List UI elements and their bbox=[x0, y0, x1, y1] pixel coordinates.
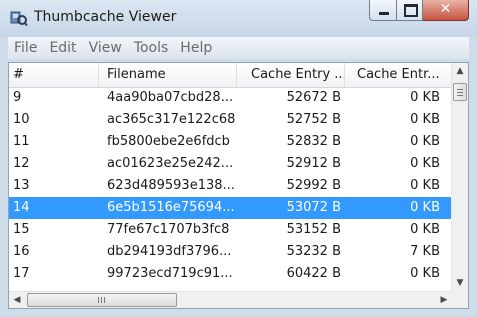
menu-edit[interactable]: Edit bbox=[43, 37, 82, 59]
table-row-selected[interactable]: 14 6e5b1516e75694... 53072 B 0 KB bbox=[9, 197, 452, 219]
cell-number: 14 bbox=[13, 200, 30, 215]
menu-help[interactable]: Help bbox=[174, 37, 218, 59]
cell-number: 16 bbox=[13, 244, 30, 259]
list-rows: 9 4aa90ba07cbd28... 52672 B 0 KB 10 ac36… bbox=[9, 87, 452, 285]
cell-size-kb: 0 KB bbox=[410, 222, 440, 237]
grip-line bbox=[98, 297, 99, 303]
cell-filename: 6e5b1516e75694... bbox=[107, 200, 235, 215]
horizontal-scroll-thumb[interactable] bbox=[27, 293, 177, 307]
close-icon: ✕ bbox=[439, 1, 452, 17]
cell-filename: 77fe67c1707b3fc8 bbox=[107, 222, 230, 237]
grip-line bbox=[101, 297, 102, 303]
cell-size-kb: 0 KB bbox=[410, 266, 440, 281]
grip-line bbox=[457, 92, 463, 93]
cell-filename: 99723ecd719c91... bbox=[107, 266, 233, 281]
vertical-scrollbar[interactable]: ▲ ▼ bbox=[451, 63, 468, 292]
table-row[interactable]: 9 4aa90ba07cbd28... 52672 B 0 KB bbox=[9, 87, 452, 109]
list-header: # Filename Cache Entry ... Cache Entr... bbox=[9, 63, 452, 88]
maximize-icon bbox=[404, 4, 418, 17]
table-row[interactable]: 12 ac01623e25e242... 52912 B 0 KB bbox=[9, 153, 452, 175]
cell-number: 15 bbox=[13, 222, 30, 237]
scroll-left-arrow-icon[interactable]: ◀ bbox=[9, 292, 25, 308]
scroll-up-arrow-icon[interactable]: ▲ bbox=[452, 63, 468, 80]
scroll-right-arrow-icon[interactable]: ▶ bbox=[436, 292, 452, 308]
table-row[interactable]: 10 ac365c317e122c68 52752 B 0 KB bbox=[9, 109, 452, 131]
cell-number: 10 bbox=[13, 112, 30, 127]
cell-size-kb: 0 KB bbox=[410, 178, 440, 193]
scroll-down-arrow-icon[interactable]: ▼ bbox=[452, 275, 468, 292]
thumbcache-app-icon bbox=[10, 11, 28, 27]
cell-number: 9 bbox=[13, 90, 22, 105]
horizontal-scrollbar[interactable]: ◀ ▶ bbox=[9, 291, 452, 308]
cell-number: 13 bbox=[13, 178, 30, 193]
cell-filename: 4aa90ba07cbd28... bbox=[107, 90, 234, 105]
close-button[interactable]: ✕ bbox=[423, 0, 469, 21]
app-window: Thumbcache Viewer ✕ File Edit View Tools… bbox=[0, 0, 477, 317]
cell-size: 52672 B bbox=[286, 90, 341, 105]
table-row[interactable]: 11 fb5800ebe2e6fdcb 52832 B 0 KB bbox=[9, 131, 452, 153]
cell-size: 53232 B bbox=[286, 244, 341, 259]
cell-size: 52832 B bbox=[286, 134, 341, 149]
cell-size-kb: 0 KB bbox=[410, 112, 440, 127]
size-grip-corner[interactable] bbox=[451, 291, 468, 308]
table-row[interactable]: 13 623d489593e138... 52992 B 0 KB bbox=[9, 175, 452, 197]
menu-view[interactable]: View bbox=[83, 37, 128, 59]
cell-size: 53072 B bbox=[286, 200, 341, 215]
column-header-cache-entry-size[interactable]: Cache Entry ... bbox=[237, 63, 345, 87]
minimize-icon bbox=[379, 12, 389, 15]
grip-line bbox=[457, 95, 463, 96]
cell-filename: db294193df3796... bbox=[107, 244, 232, 259]
maximize-button[interactable] bbox=[397, 0, 423, 21]
cell-number: 11 bbox=[13, 134, 30, 149]
cell-filename: ac01623e25e242... bbox=[107, 156, 234, 171]
table-row[interactable]: 16 db294193df3796... 53232 B 7 KB bbox=[9, 241, 452, 263]
cell-filename: ac365c317e122c68 bbox=[107, 112, 235, 127]
column-header-number[interactable]: # bbox=[9, 63, 99, 87]
title-bar[interactable]: Thumbcache Viewer ✕ bbox=[0, 0, 477, 37]
window-controls: ✕ bbox=[369, 0, 469, 22]
cell-number: 12 bbox=[13, 156, 30, 171]
cell-number: 17 bbox=[13, 266, 30, 281]
cell-size-kb: 0 KB bbox=[410, 90, 440, 105]
cell-size-kb: 0 KB bbox=[410, 134, 440, 149]
thumbnail-list[interactable]: # Filename Cache Entry ... Cache Entr...… bbox=[8, 62, 469, 309]
vertical-scroll-thumb[interactable] bbox=[453, 83, 467, 101]
cell-size-kb: 7 KB bbox=[410, 244, 440, 259]
column-header-filename[interactable]: Filename bbox=[99, 63, 237, 87]
window-title: Thumbcache Viewer bbox=[34, 9, 177, 25]
menu-file[interactable]: File bbox=[8, 37, 43, 59]
cell-size: 52992 B bbox=[286, 178, 341, 193]
menu-bar: File Edit View Tools Help bbox=[8, 37, 469, 59]
column-header-cache-entry-2[interactable]: Cache Entr... bbox=[345, 63, 452, 87]
menu-tools[interactable]: Tools bbox=[128, 37, 175, 59]
cell-size: 52752 B bbox=[286, 112, 341, 127]
table-row[interactable]: 17 99723ecd719c91... 60422 B 0 KB bbox=[9, 263, 452, 285]
cell-filename: fb5800ebe2e6fdcb bbox=[107, 134, 230, 149]
cell-size: 53152 B bbox=[286, 222, 341, 237]
cell-size: 52912 B bbox=[286, 156, 341, 171]
cell-filename: 623d489593e138... bbox=[107, 178, 235, 193]
grip-line bbox=[104, 297, 105, 303]
minimize-button[interactable] bbox=[369, 0, 397, 21]
cell-size-kb: 0 KB bbox=[410, 156, 440, 171]
table-row[interactable]: 15 77fe67c1707b3fc8 53152 B 0 KB bbox=[9, 219, 452, 241]
cell-size: 60422 B bbox=[286, 266, 341, 281]
cell-size-kb: 0 KB bbox=[410, 200, 440, 215]
grip-line bbox=[457, 89, 463, 90]
